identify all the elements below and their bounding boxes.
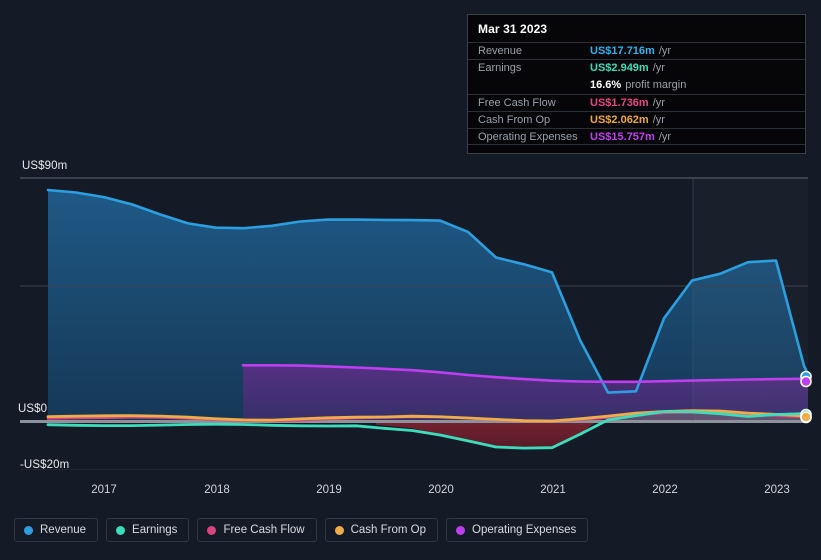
tooltip-row-cash-from-op: Cash From Op US$2.062m /yr	[468, 110, 805, 128]
tooltip-value-revenue: US$17.716m	[590, 45, 655, 58]
legend-dot-operating-expenses-icon	[456, 525, 466, 535]
x-axis-label-2022: 2022	[652, 484, 678, 496]
tooltip-row-earnings: Earnings US$2.949m /yr	[468, 59, 805, 76]
legend-item-operating-expenses[interactable]: Operating Expenses	[446, 518, 589, 542]
tooltip-unit-operating-expenses: /yr	[658, 130, 672, 143]
legend-item-free-cash-flow[interactable]: Free Cash Flow	[197, 518, 317, 542]
tooltip-value-profit-margin: 16.6%	[590, 78, 622, 91]
tooltip-key-revenue: Revenue	[478, 45, 523, 58]
x-axis-label-2021: 2021	[540, 484, 566, 496]
tooltip-value-earnings: US$2.949m	[590, 62, 649, 75]
tooltip-unit-free-cash-flow: /yr	[652, 96, 665, 109]
chart-screenshot: US$90m US$0 -US$20m 2017 2018 2019 2020 …	[0, 0, 821, 560]
legend-item-earnings[interactable]: Earnings	[106, 518, 190, 542]
y-axis-label-90m: US$90m	[22, 160, 68, 172]
legend-label-operating-expenses: Operating Expenses	[472, 524, 577, 536]
tooltip-row-free-cash-flow: Free Cash Flow US$1.736m /yr	[468, 93, 805, 111]
legend-label-free-cash-flow: Free Cash Flow	[223, 524, 305, 536]
endpoint-operating-expenses	[800, 375, 812, 388]
legend-label-revenue: Revenue	[40, 524, 87, 536]
x-axis-label-2023: 2023	[764, 484, 790, 496]
chart-legend: Revenue Earnings Free Cash Flow Cash Fro…	[14, 518, 589, 542]
tooltip-unit-revenue: /yr	[658, 45, 672, 58]
tooltip-key-earnings: Earnings	[478, 62, 522, 75]
legend-label-earnings: Earnings	[132, 524, 178, 536]
tooltip-key-operating-expenses: Operating Expenses	[478, 130, 578, 143]
endpoint-cash-from-op	[800, 411, 812, 423]
plot-area	[20, 177, 808, 470]
tooltip-row-profit-margin: 16.6% profit margin	[468, 76, 805, 93]
legend-label-cash-from-op: Cash From Op	[350, 524, 427, 536]
x-axis-label-2018: 2018	[204, 484, 230, 496]
tooltip-value-operating-expenses: US$15.757m	[590, 130, 655, 143]
tooltip-value-free-cash-flow: US$1.736m	[590, 96, 649, 109]
legend-dot-revenue-icon	[24, 525, 33, 535]
tooltip-unit-cash-from-op: /yr	[652, 113, 665, 126]
x-axis-label-2020: 2020	[428, 484, 454, 496]
tooltip-date: Mar 31 2023	[478, 22, 548, 36]
x-axis-label-2019: 2019	[316, 484, 342, 496]
legend-dot-cash-from-op-icon	[334, 525, 344, 535]
tooltip-key-cash-from-op: Cash From Op	[478, 113, 551, 126]
y-axis-label-0: US$0	[18, 403, 48, 415]
legend-item-cash-from-op[interactable]: Cash From Op	[324, 518, 439, 542]
legend-item-revenue[interactable]: Revenue	[14, 518, 99, 542]
forecast-band	[693, 178, 808, 421]
legend-dot-earnings-icon	[116, 525, 126, 535]
y-axis-label-neg20m: -US$20m	[20, 459, 70, 471]
tooltip-row-operating-expenses: Operating Expenses US$15.757m /yr	[468, 127, 805, 146]
chart-tooltip: Mar 31 2023 Revenue US$17.716m /yr Earni…	[467, 14, 806, 154]
tooltip-unit-profit-margin: profit margin	[625, 78, 687, 91]
tooltip-row-revenue: Revenue US$17.716m /yr	[468, 42, 805, 59]
tooltip-key-free-cash-flow: Free Cash Flow	[478, 96, 556, 109]
x-axis-label-2017: 2017	[91, 484, 117, 496]
legend-dot-free-cash-flow-icon	[207, 525, 217, 535]
tooltip-unit-earnings: /yr	[652, 62, 665, 75]
tooltip-value-cash-from-op: US$2.062m	[590, 113, 649, 126]
